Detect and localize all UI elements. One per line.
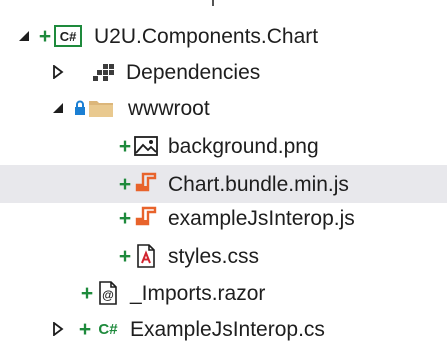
added-plus-icon: + xyxy=(118,244,132,268)
tree-item-project[interactable]: + C# U2U.Components.Chart xyxy=(0,17,447,55)
razor-file-icon: @ xyxy=(96,281,120,305)
svg-text:C#: C# xyxy=(98,321,118,338)
tree-item-file[interactable]: + styles.css xyxy=(0,237,447,275)
added-plus-icon: + xyxy=(118,172,132,196)
csharp-project-icon: C# xyxy=(54,24,82,48)
lock-icon xyxy=(74,96,86,120)
interop-cs-label: ExampleJsInterop.cs xyxy=(130,317,325,341)
project-name: U2U.Components.Chart xyxy=(94,24,319,48)
added-plus-icon: + xyxy=(38,24,52,48)
added-plus-icon: + xyxy=(78,317,92,341)
added-plus-icon: + xyxy=(118,134,132,158)
solution-explorer-tree: + C# U2U.Components.Chart Dependencies w… xyxy=(0,0,447,344)
wwwroot-label: wwwroot xyxy=(128,96,210,120)
tree-item-csharp-file[interactable]: + C# ExampleJsInterop.cs xyxy=(0,310,447,348)
expanded-arrow-icon[interactable] xyxy=(50,100,66,116)
css-file-icon xyxy=(134,244,158,268)
dependencies-icon xyxy=(92,60,116,84)
js-file-icon xyxy=(134,172,158,196)
tree-item-imports[interactable]: + @ _Imports.razor xyxy=(0,274,447,312)
tree-item-file[interactable]: + exampleJsInterop.js xyxy=(0,199,447,237)
svg-text:@: @ xyxy=(102,288,114,302)
tree-item-file-selected[interactable]: + Chart.bundle.min.js xyxy=(0,165,447,203)
collapsed-arrow-icon[interactable] xyxy=(50,64,66,80)
tree-guide-tick xyxy=(212,0,214,6)
dependencies-label: Dependencies xyxy=(126,60,261,84)
imports-label: _Imports.razor xyxy=(130,281,266,305)
collapsed-arrow-icon[interactable] xyxy=(50,321,66,337)
expanded-arrow-icon[interactable] xyxy=(16,28,32,44)
csharp-file-icon: C# xyxy=(94,317,124,341)
js-file-icon xyxy=(134,206,158,230)
tree-item-dependencies[interactable]: Dependencies xyxy=(0,53,447,91)
added-plus-icon: + xyxy=(118,206,132,230)
svg-text:C#: C# xyxy=(60,29,77,44)
tree-item-file[interactable]: + background.png xyxy=(0,127,447,165)
image-file-icon xyxy=(134,134,158,158)
file-name: styles.css xyxy=(168,244,260,268)
tree-item-wwwroot[interactable]: wwwroot xyxy=(0,89,447,127)
file-name: background.png xyxy=(168,134,319,158)
file-name: Chart.bundle.min.js xyxy=(168,172,349,196)
folder-icon xyxy=(88,96,114,120)
added-plus-icon: + xyxy=(80,281,94,305)
file-name: exampleJsInterop.js xyxy=(168,206,355,230)
